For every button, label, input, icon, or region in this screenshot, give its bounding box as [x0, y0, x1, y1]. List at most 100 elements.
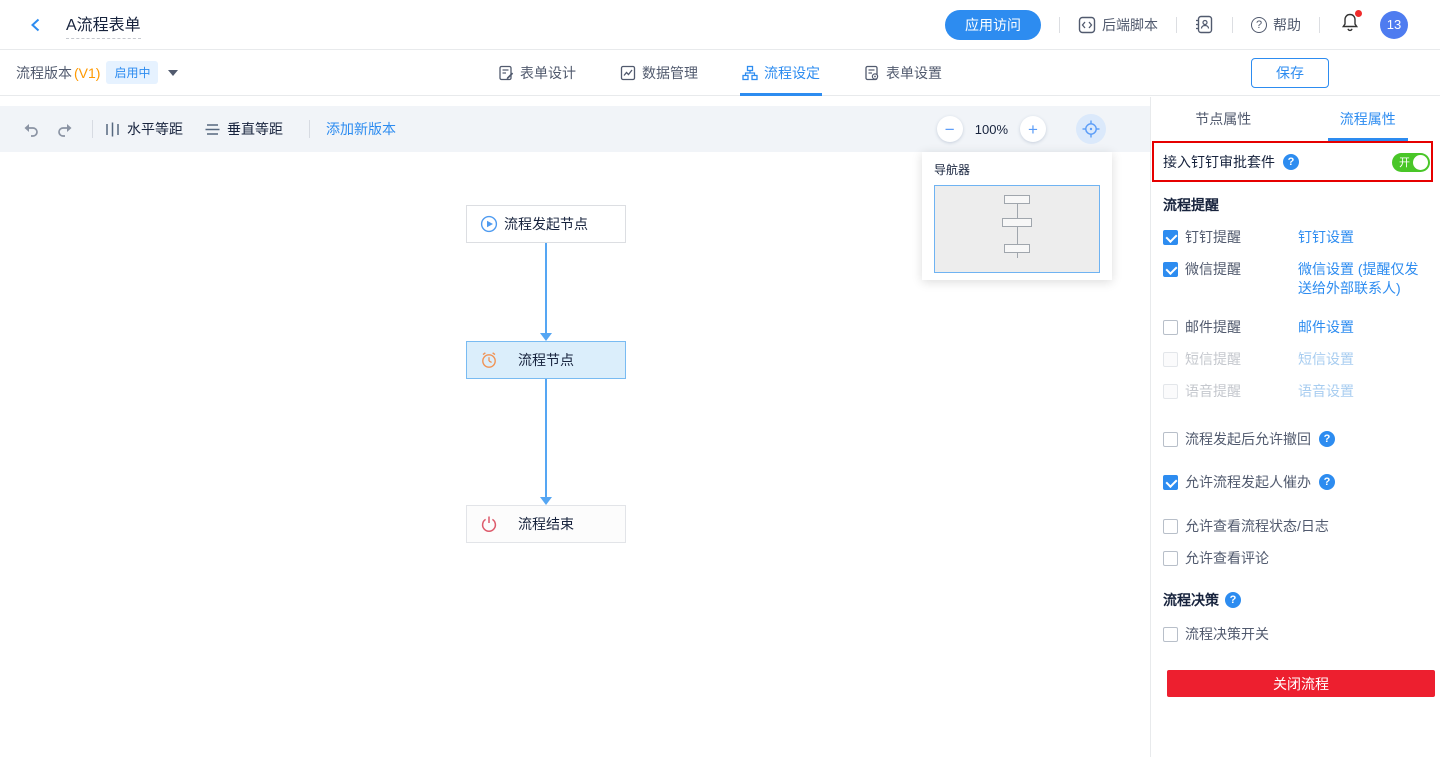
dingtalk-settings-link[interactable]: 钉钉设置: [1298, 228, 1428, 247]
option-allow-urge: 允许流程发起人催办 ?: [1163, 472, 1428, 492]
play-icon: [480, 215, 498, 233]
version-group: 流程版本 (V1) 启用中: [16, 61, 178, 84]
view-status-checkbox[interactable]: 允许查看流程状态/日志: [1163, 516, 1329, 536]
email-reminder-checkbox[interactable]: 邮件提醒: [1163, 318, 1298, 337]
locate-button[interactable]: [1076, 114, 1106, 144]
horizontal-distribute-button[interactable]: 水平等距: [105, 119, 183, 139]
dingtalk-suite-label: 接入钉钉审批套件: [1163, 152, 1275, 172]
zoom-out-button[interactable]: −: [937, 116, 963, 142]
checkbox-icon[interactable]: [1163, 432, 1178, 447]
voice-settings-link: 语音设置: [1298, 382, 1428, 401]
timer-icon: [480, 351, 498, 369]
checkbox-icon[interactable]: [1163, 627, 1178, 642]
tab-flow-settings[interactable]: 流程设定: [742, 50, 820, 96]
notifications-button[interactable]: [1340, 12, 1360, 37]
reminder-label: 钉钉提醒: [1185, 228, 1241, 247]
undo-button[interactable]: [20, 118, 42, 140]
dingtalk-reminder-checkbox[interactable]: 钉钉提醒: [1163, 228, 1298, 247]
contacts-button[interactable]: [1195, 15, 1214, 34]
mini-node: [1002, 218, 1032, 227]
avatar[interactable]: 13: [1380, 11, 1408, 39]
flow-canvas[interactable]: 水平等距 垂直等距 添加新版本 − 100% +: [0, 97, 1150, 757]
tab-form-design[interactable]: 表单设计: [498, 50, 576, 96]
option-label: 允许查看评论: [1185, 548, 1269, 568]
checkbox-checked-icon[interactable]: [1163, 262, 1178, 277]
redo-icon: [56, 120, 74, 138]
zoom-in-button[interactable]: +: [1020, 116, 1046, 142]
help-label: 帮助: [1273, 15, 1301, 35]
save-button[interactable]: 保存: [1251, 58, 1329, 88]
question-icon[interactable]: ?: [1225, 592, 1241, 608]
close-flow-button[interactable]: 关闭流程: [1167, 670, 1435, 697]
checkbox-icon[interactable]: [1163, 320, 1178, 335]
node-flow-process[interactable]: 流程节点: [466, 341, 626, 379]
navigator-panel: 导航器: [922, 152, 1112, 280]
email-settings-link[interactable]: 邮件设置: [1298, 318, 1428, 337]
tab-flow-properties[interactable]: 流程属性: [1296, 97, 1440, 141]
redo-button[interactable]: [54, 118, 76, 140]
tab-label: 表单设置: [886, 63, 942, 83]
app-access-button[interactable]: 应用访问: [945, 10, 1041, 40]
allow-withdraw-checkbox[interactable]: 流程发起后允许撤回: [1163, 429, 1311, 449]
option-label: 流程决策开关: [1185, 624, 1269, 644]
help-button[interactable]: ? 帮助: [1251, 15, 1301, 35]
divider: [309, 120, 310, 138]
question-icon[interactable]: ?: [1283, 154, 1299, 170]
decision-title-text: 流程决策: [1163, 590, 1219, 610]
vertical-distribute-button[interactable]: 垂直等距: [205, 119, 283, 139]
reminder-label: 微信提醒: [1185, 260, 1241, 279]
decision-switch-checkbox[interactable]: 流程决策开关: [1163, 624, 1269, 644]
arrow-down-icon: [540, 497, 552, 505]
tab-data-management[interactable]: 数据管理: [620, 50, 698, 96]
question-icon[interactable]: ?: [1319, 431, 1335, 447]
reminder-label: 短信提醒: [1185, 350, 1241, 369]
wechat-reminder-checkbox[interactable]: 微信提醒: [1163, 260, 1298, 298]
option-label: 流程发起后允许撤回: [1185, 429, 1311, 449]
power-icon: [480, 515, 498, 533]
toggle-knob: [1413, 155, 1428, 170]
voice-reminder-checkbox: 语音提醒: [1163, 382, 1298, 401]
mini-node: [1004, 244, 1030, 253]
node-flow-start[interactable]: 流程发起节点: [466, 205, 626, 243]
wechat-settings-link[interactable]: 微信设置 (提醒仅发送给外部联系人): [1298, 260, 1428, 298]
reminder-row-voice: 语音提醒 语音设置: [1163, 382, 1428, 401]
view-comments-checkbox[interactable]: 允许查看评论: [1163, 548, 1269, 568]
version-label: 流程版本: [16, 63, 72, 83]
backend-script-button[interactable]: 后端脚本: [1078, 15, 1158, 35]
backend-script-label: 后端脚本: [1102, 15, 1158, 35]
code-icon: [1078, 16, 1096, 34]
page-title: A流程表单: [66, 11, 141, 39]
mini-node: [1004, 195, 1030, 204]
dingtalk-suite-toggle[interactable]: 开: [1392, 153, 1430, 172]
option-decision-switch: 流程决策开关: [1163, 624, 1428, 644]
sidebar-content: 流程提醒 钉钉提醒 钉钉设置 微信提醒 微信设置 (提醒仅发送给外部联系人): [1151, 183, 1440, 697]
checkbox-checked-icon[interactable]: [1163, 475, 1178, 490]
arrow-down-icon: [540, 333, 552, 341]
checkbox-icon[interactable]: [1163, 551, 1178, 566]
main-area: 水平等距 垂直等距 添加新版本 − 100% +: [0, 97, 1440, 757]
tab-label: 表单设计: [520, 63, 576, 83]
help-icon: ?: [1251, 17, 1267, 33]
option-view-status: 允许查看流程状态/日志: [1163, 516, 1428, 536]
node-label: 流程节点: [518, 350, 574, 370]
add-new-version-link[interactable]: 添加新版本: [326, 119, 396, 139]
address-book-icon: [1195, 15, 1214, 34]
tab-node-properties[interactable]: 节点属性: [1151, 97, 1296, 141]
checkbox-checked-icon[interactable]: [1163, 230, 1178, 245]
tab-form-settings[interactable]: 表单设置: [864, 50, 942, 96]
divider: [1059, 17, 1060, 33]
allow-urge-checkbox[interactable]: 允许流程发起人催办: [1163, 472, 1311, 492]
top-header: A流程表单 应用访问 后端脚本 ? 帮助 13: [0, 0, 1440, 50]
divider: [1232, 17, 1233, 33]
checkbox-icon[interactable]: [1163, 519, 1178, 534]
question-icon[interactable]: ?: [1319, 474, 1335, 490]
flow-connector: [545, 243, 547, 333]
version-dropdown-caret-icon[interactable]: [168, 70, 178, 76]
node-flow-end[interactable]: 流程结束: [466, 505, 626, 543]
back-button[interactable]: [26, 15, 46, 35]
back-chevron-icon: [28, 17, 44, 33]
notification-dot: [1355, 10, 1362, 17]
form-design-icon: [498, 65, 514, 81]
reminder-row-wechat: 微信提醒 微信设置 (提醒仅发送给外部联系人): [1163, 260, 1428, 298]
navigator-viewport[interactable]: [934, 185, 1100, 273]
